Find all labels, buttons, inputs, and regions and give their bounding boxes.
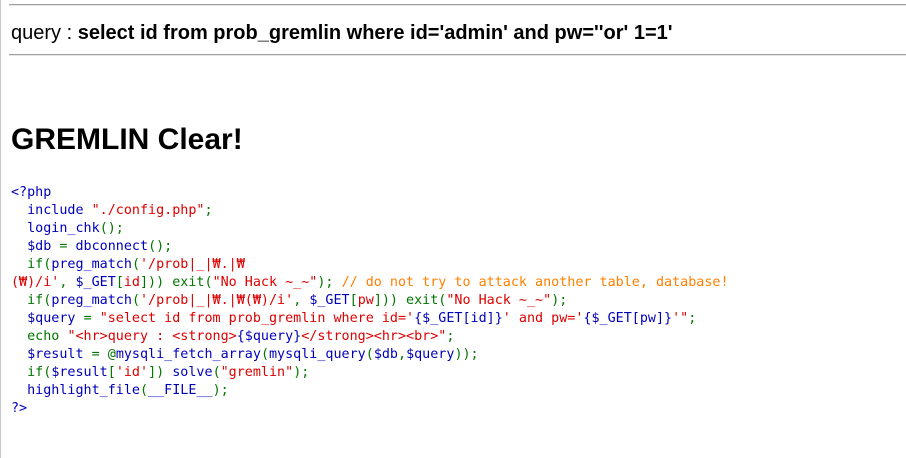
code-token: "No Hack ~_~": [446, 293, 552, 308]
code-token: ])) exit(: [140, 275, 213, 290]
code-token: ,: [59, 275, 76, 290]
code-token: "<hr>query : <strong>: [67, 329, 237, 344]
code-token: if(: [11, 293, 52, 308]
code-token: pw: [357, 293, 374, 308]
code-token: "./config.php": [91, 203, 205, 218]
code-token: {$_GET[pw]}: [583, 311, 673, 326]
code-token: 'id': [115, 365, 149, 380]
code-token: </strong><hr><br>": [301, 329, 447, 344]
code-token: login_chk: [11, 221, 100, 236]
code-line: $result = @mysqli_fetch_array(mysqli_que…: [11, 346, 729, 364]
code-line: $db = dbconnect();: [11, 238, 729, 256]
code-token: ;: [446, 329, 455, 344]
code-token: highlight_file: [11, 383, 140, 398]
code-line: ?>: [11, 400, 729, 418]
code-line: include "./config.php";: [11, 202, 729, 220]
code-token: $_GET: [309, 293, 350, 308]
code-token: preg_match: [51, 257, 132, 272]
code-token: (₩)/i': [11, 275, 60, 290]
code-token: =: [83, 311, 100, 326]
source-code-listing: <?php include "./config.php"; login_chk(…: [11, 184, 729, 418]
code-token: {$query}: [236, 329, 302, 344]
code-token: "No Hack ~_~": [212, 275, 318, 290]
code-line: if($result['id']) solve("gremlin");: [11, 364, 729, 382]
code-token: );: [317, 275, 342, 290]
code-token: ;: [204, 203, 213, 218]
code-token: '": [672, 311, 689, 326]
query-top-rule: [9, 4, 906, 6]
code-token: preg_match: [51, 293, 132, 308]
code-token: if(: [11, 257, 52, 272]
code-token: $result: [51, 365, 108, 380]
code-token: '/prob|_|₩.|₩: [140, 257, 245, 272]
code-token: $query: [11, 311, 84, 326]
code-token: solve: [172, 365, 213, 380]
code-token: );: [212, 383, 229, 398]
code-token: ();: [99, 221, 124, 236]
code-token: ])) exit(: [373, 293, 447, 308]
code-line: <?php: [11, 184, 729, 202]
code-token: [: [107, 365, 116, 380]
code-token: echo: [11, 329, 68, 344]
code-token: ?>: [11, 401, 28, 416]
code-token: ;: [688, 311, 697, 326]
code-token: $db: [11, 239, 60, 254]
code-token: ]): [148, 365, 173, 380]
code-token: (: [140, 383, 149, 398]
code-token: );: [293, 365, 310, 380]
code-token: if(: [11, 365, 52, 380]
code-token: '/prob|_|₩.|₩(₩)/i': [140, 293, 294, 308]
code-token: dbconnect: [75, 239, 149, 254]
code-token: __FILE__: [148, 383, 213, 398]
code-token: "gremlin": [220, 365, 294, 380]
query-bottom-rule: [9, 54, 906, 56]
code-token: ,: [293, 293, 310, 308]
query-sql: select id from prob_gremlin where id='ad…: [77, 22, 673, 44]
query-line: query : select id from prob_gremlin wher…: [11, 20, 673, 46]
code-line: (₩)/i', $_GET[id])) exit("No Hack ~_~");…: [11, 274, 729, 292]
code-token: = @: [91, 347, 116, 362]
code-token: {$_GET[id]}: [414, 311, 503, 326]
code-token: [: [349, 293, 358, 308]
code-token: $_GET: [75, 275, 116, 290]
code-line: login_chk();: [11, 220, 729, 238]
code-line: if(preg_match('/prob|_|₩.|₩: [11, 256, 729, 274]
code-line: echo "<hr>query : <strong>{$query}</stro…: [11, 328, 729, 346]
code-token: =: [59, 239, 76, 254]
code-token: id: [123, 275, 140, 290]
code-line: highlight_file(__FILE__);: [11, 382, 729, 400]
code-line: if(preg_match('/prob|_|₩.|₩(₩)/i', $_GET…: [11, 292, 729, 310]
code-token: include: [11, 203, 92, 218]
code-token: ' and pw=': [502, 311, 584, 326]
code-token: <?php: [11, 185, 52, 200]
code-token: (: [260, 347, 269, 362]
page-left-border: [0, 0, 1, 458]
code-token: (: [212, 365, 221, 380]
code-token: ,: [398, 347, 407, 362]
code-token: (: [131, 293, 140, 308]
code-token: $query: [406, 347, 455, 362]
code-token: [: [115, 275, 124, 290]
code-token: mysqli_query: [269, 347, 366, 362]
code-token: (: [365, 347, 374, 362]
code-token: ();: [148, 239, 173, 254]
code-token: mysqli_fetch_array: [115, 347, 261, 362]
query-prefix: query :: [11, 22, 78, 44]
code-token: $db: [373, 347, 398, 362]
code-token: "select id from prob_gremlin where id=': [99, 311, 415, 326]
code-token: ));: [454, 347, 479, 362]
page-title: GREMLIN Clear!: [11, 123, 243, 156]
code-token: (: [131, 257, 140, 272]
code-line: $query = "select id from prob_gremlin wh…: [11, 310, 729, 328]
code-token: );: [551, 293, 568, 308]
code-token: $result: [11, 347, 92, 362]
code-token: // do not try to attack another table, d…: [341, 275, 729, 290]
